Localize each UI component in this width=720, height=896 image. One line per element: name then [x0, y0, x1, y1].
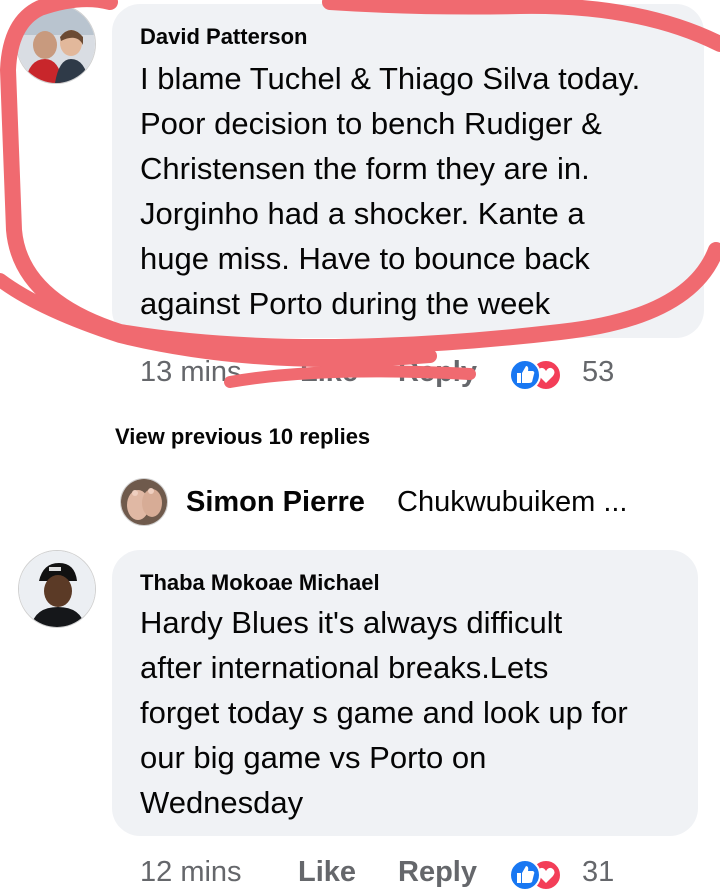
comment-line: Jorginho had a shocker. Kante a	[140, 196, 585, 231]
reply-button[interactable]: Reply	[398, 356, 477, 389]
comment-text: I blame Tuchel & Thiago Silva today. Poo…	[140, 56, 640, 326]
comment-actions: 13 mins Like Reply 53	[140, 356, 640, 396]
comment-author[interactable]: David Patterson	[140, 24, 308, 50]
timestamp: 12 mins	[140, 856, 242, 888]
like-icon	[509, 359, 541, 391]
comment-bubble-1: David Patterson I blame Tuchel & Thiago …	[112, 4, 704, 338]
comment-line: after international breaks.Lets	[140, 650, 549, 685]
comment-line: Hardy Blues it's always difficult	[140, 605, 563, 640]
like-button[interactable]: Like	[300, 356, 358, 389]
timestamp: 13 mins	[140, 356, 242, 388]
avatar-thaba-mokoae-michael[interactable]	[18, 550, 96, 628]
comment-author[interactable]: Thaba Mokoae Michael	[140, 570, 380, 596]
profile-photo	[17, 5, 95, 83]
reaction-icons[interactable]	[508, 858, 564, 892]
comment-actions: 12 mins Like Reply 31	[140, 856, 640, 896]
like-icon	[509, 859, 541, 891]
comment-line: huge miss. Have to bounce back	[140, 241, 590, 276]
reply-author[interactable]: Simon Pierre	[186, 486, 365, 519]
avatar-david-patterson[interactable]	[16, 4, 96, 84]
like-button[interactable]: Like	[298, 856, 356, 889]
comment-line: I blame Tuchel & Thiago Silva today.	[140, 61, 641, 96]
comment-line: forget today s game and look up for	[140, 695, 628, 730]
comment-line: Poor decision to bench Rudiger &	[140, 106, 602, 141]
comment-line: Christensen the form they are in.	[140, 151, 590, 186]
comment-line: against Porto during the week	[140, 286, 551, 321]
comment-line: Wednesday	[140, 785, 304, 820]
reaction-count[interactable]: 31	[582, 856, 614, 889]
reply-preview-row[interactable]: Simon Pierre Chukwubuikem ...	[120, 476, 680, 526]
reply-text-preview: Chukwubuikem ...	[397, 486, 628, 518]
profile-photo	[121, 479, 167, 525]
reaction-icons[interactable]	[508, 358, 564, 392]
reply-button[interactable]: Reply	[398, 856, 477, 889]
avatar-simon-pierre[interactable]	[120, 478, 168, 526]
comment-text: Hardy Blues it's always difficult after …	[140, 600, 628, 825]
reaction-count[interactable]: 53	[582, 356, 614, 389]
comment-bubble-2: Thaba Mokoae Michael Hardy Blues it's al…	[112, 550, 698, 836]
view-previous-replies-link[interactable]: View previous 10 replies	[115, 424, 370, 450]
profile-photo	[19, 551, 95, 627]
comment-line: our big game vs Porto on	[140, 740, 487, 775]
